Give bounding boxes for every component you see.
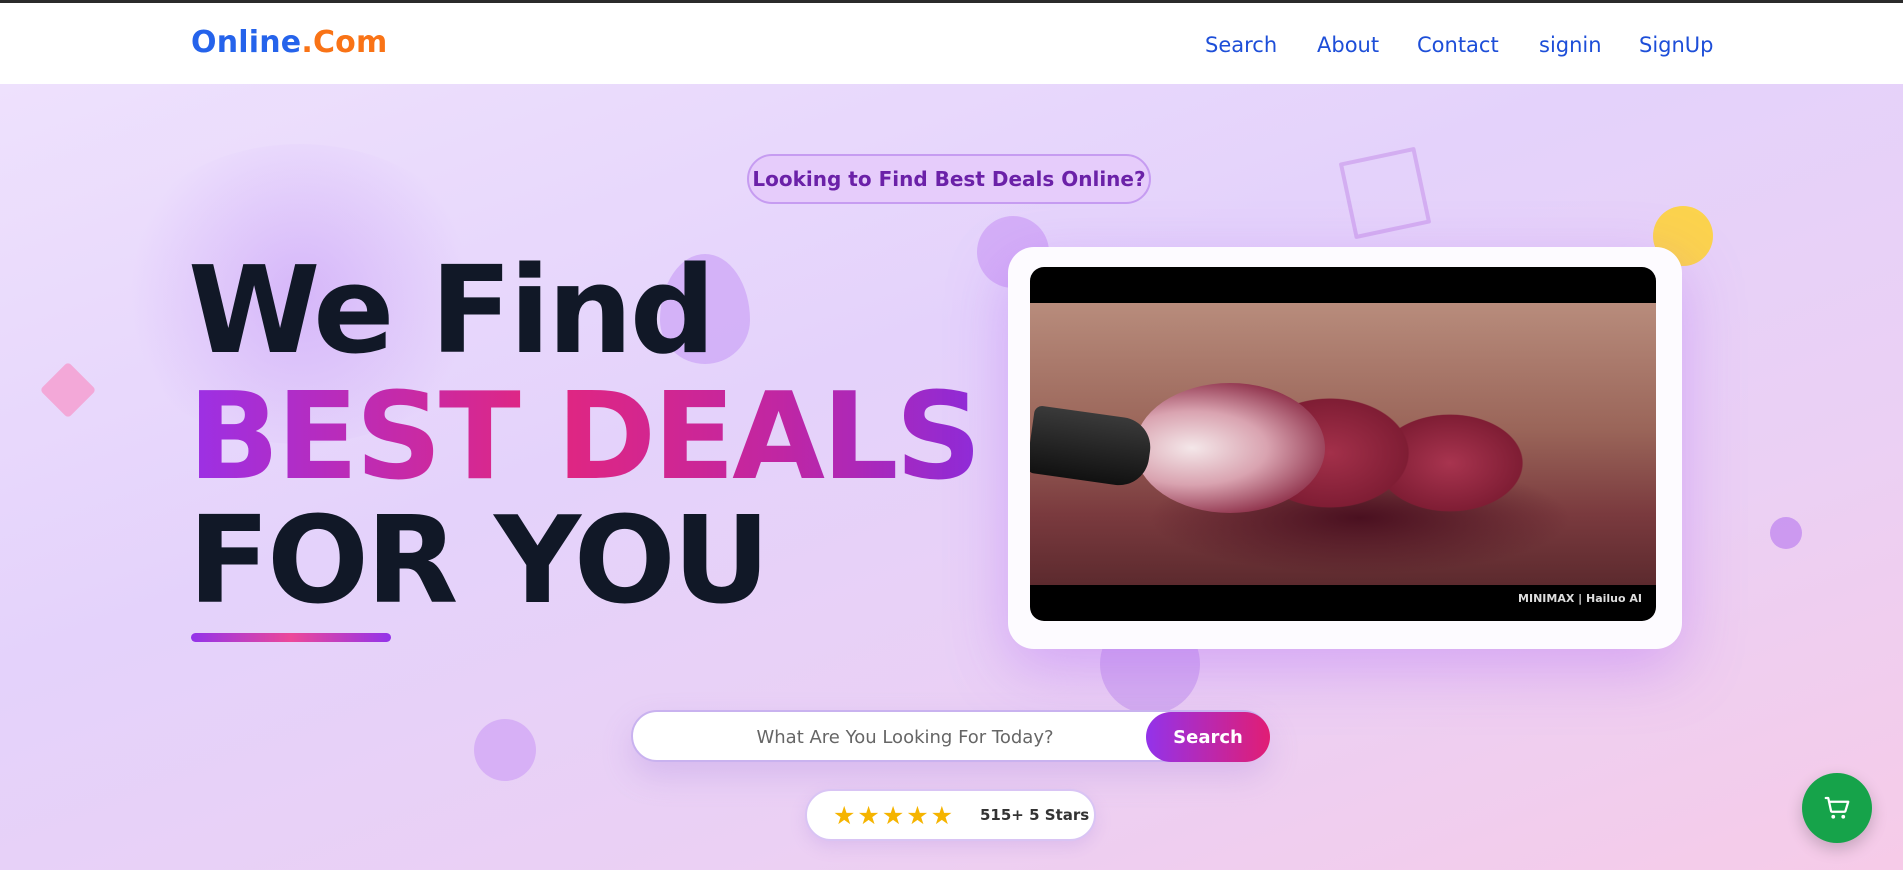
nav-about[interactable]: About [1317,33,1379,57]
site-logo[interactable]: Online.Com [191,25,387,60]
rating-text: 515+ 5 Stars [980,806,1090,824]
hero-headline-line2: BEST DEALS [188,368,982,507]
search-button[interactable]: Search [1146,712,1270,762]
hero-headline-line1: We Find [188,242,716,381]
search-input[interactable] [653,712,1157,762]
decor-small-dot [1770,517,1802,549]
star-icon: ★★★★★ [833,801,956,830]
nav-signin[interactable]: signin [1539,33,1602,57]
logo-text-main: Online [191,25,302,60]
nav-signup[interactable]: SignUp [1639,33,1714,57]
logo-text-suffix: .Com [301,25,388,60]
hero-tagline-pill: Looking to Find Best Deals Online? [747,154,1151,204]
site-header: Online.Com Search About Contact signin S… [0,3,1903,84]
video-watermark: MINIMAX | Hailuo AI [1518,592,1642,605]
floating-cart-button[interactable] [1802,773,1872,843]
hero-section: Looking to Find Best Deals Online? We Fi… [0,84,1903,870]
headline-underline [191,633,391,642]
video-frame-image [1030,303,1656,585]
rating-badge: ★★★★★ 515+ 5 Stars [805,789,1096,841]
decor-lower-circle [474,719,536,781]
decor-frame [1338,146,1432,240]
shopping-cart-icon [1824,796,1850,819]
makeup-brush-bristles [1135,383,1325,513]
nav-contact[interactable]: Contact [1417,33,1499,57]
nav-search[interactable]: Search [1205,33,1277,57]
video-card: MINIMAX | Hailuo AI [1008,247,1682,649]
hero-headline-line3: FOR YOU [188,492,770,631]
search-bar: Search [631,710,1270,762]
makeup-brush-handle [1030,404,1155,490]
promo-video[interactable]: MINIMAX | Hailuo AI [1030,267,1656,621]
decor-diamond [39,361,97,419]
